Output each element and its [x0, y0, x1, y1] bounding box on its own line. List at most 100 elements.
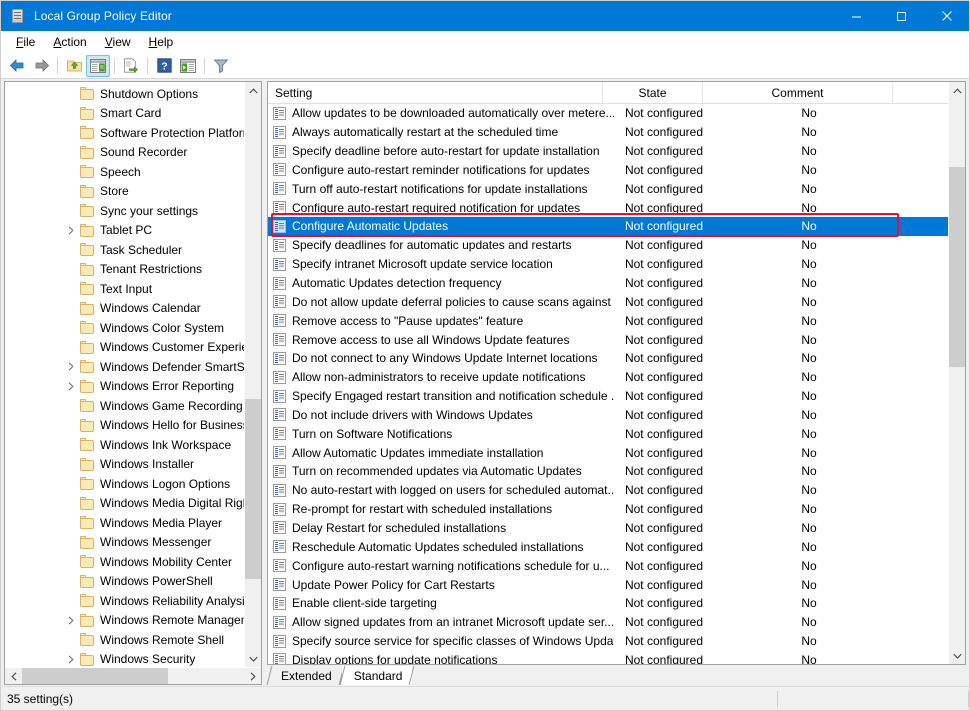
export-list-button[interactable]: [119, 55, 143, 77]
table-row[interactable]: Allow updates to be downloaded automatic…: [268, 104, 948, 123]
back-button[interactable]: [5, 55, 29, 77]
tree-item[interactable]: Text Input: [5, 279, 244, 299]
tab-extended[interactable]: Extended: [269, 666, 342, 685]
scroll-up-icon[interactable]: [245, 82, 261, 99]
table-row[interactable]: Remove access to use all Windows Update …: [268, 330, 948, 349]
tree-item[interactable]: Windows Logon Options: [5, 474, 244, 494]
tree-item[interactable]: Tenant Restrictions: [5, 260, 244, 280]
table-row[interactable]: Always automatically restart at the sche…: [268, 123, 948, 142]
tree-scroll-thumb[interactable]: [245, 399, 261, 579]
list-scroll-track[interactable]: [949, 99, 965, 647]
table-row[interactable]: Specify source service for specific clas…: [268, 632, 948, 651]
tree-item[interactable]: Windows Defender SmartScr: [5, 357, 244, 377]
expand-chevron-icon[interactable]: [63, 226, 79, 235]
menu-view[interactable]: View: [96, 33, 140, 51]
list-scroll-down-icon[interactable]: [949, 647, 965, 664]
list-scroll-thumb[interactable]: [949, 167, 965, 367]
expand-chevron-icon[interactable]: [63, 362, 79, 371]
tree-item[interactable]: Windows Error Reporting: [5, 377, 244, 397]
tree-item[interactable]: Sync your settings: [5, 201, 244, 221]
tree-item[interactable]: Windows Hello for Business: [5, 416, 244, 436]
tree-item[interactable]: Windows Color System: [5, 318, 244, 338]
table-row[interactable]: Enable client-side targetingNot configur…: [268, 594, 948, 613]
up-one-level-button[interactable]: [62, 55, 86, 77]
table-row[interactable]: Specify intranet Microsoft update servic…: [268, 255, 948, 274]
scroll-left-icon[interactable]: [5, 668, 22, 684]
tab-standard[interactable]: Standard: [342, 666, 413, 685]
tree-item[interactable]: Windows Ink Workspace: [5, 435, 244, 455]
maximize-button[interactable]: [879, 1, 924, 31]
list-vertical-scrollbar[interactable]: [948, 82, 965, 664]
tree-item[interactable]: Shutdown Options: [5, 84, 244, 104]
show-hide-action-pane-button[interactable]: [176, 55, 200, 77]
table-row[interactable]: Specify Engaged restart transition and n…: [268, 387, 948, 406]
column-header-setting[interactable]: Setting: [268, 82, 603, 103]
tree-item[interactable]: Windows PowerShell: [5, 572, 244, 592]
table-row[interactable]: Re-prompt for restart with scheduled ins…: [268, 500, 948, 519]
table-row[interactable]: Remove access to "Pause updates" feature…: [268, 311, 948, 330]
tree-vertical-scrollbar[interactable]: [244, 82, 261, 667]
tree-item[interactable]: Windows Remote Managem: [5, 611, 244, 631]
table-row[interactable]: Display options for update notifications…: [268, 650, 948, 664]
column-header-comment[interactable]: Comment: [703, 82, 893, 103]
table-row[interactable]: Turn off auto-restart notifications for …: [268, 179, 948, 198]
tree-item[interactable]: Sound Recorder: [5, 143, 244, 163]
table-row[interactable]: Delay Restart for scheduled installation…: [268, 519, 948, 538]
tree-item[interactable]: Windows Mobility Center: [5, 552, 244, 572]
table-row[interactable]: Automatic Updates detection frequencyNot…: [268, 274, 948, 293]
help-button[interactable]: ?: [152, 55, 176, 77]
tree-item[interactable]: Windows Reliability Analysis: [5, 591, 244, 611]
table-row[interactable]: Turn on recommended updates via Automati…: [268, 462, 948, 481]
column-header-state[interactable]: State: [603, 82, 703, 103]
tree-item[interactable]: Windows Installer: [5, 455, 244, 475]
tree-horizontal-scrollbar[interactable]: [5, 667, 261, 684]
tree-item[interactable]: Windows Calendar: [5, 299, 244, 319]
tree-item[interactable]: Windows Messenger: [5, 533, 244, 553]
tree-item[interactable]: Store: [5, 182, 244, 202]
settings-rows[interactable]: Allow updates to be downloaded automatic…: [268, 104, 948, 664]
table-row[interactable]: Specify deadline before auto-restart for…: [268, 142, 948, 161]
table-row[interactable]: Configure Automatic UpdatesNot configure…: [268, 217, 948, 236]
list-scroll-up-icon[interactable]: [949, 82, 965, 99]
scroll-down-icon[interactable]: [245, 650, 261, 667]
tree-item[interactable]: Windows Media Digital Right: [5, 494, 244, 514]
close-button[interactable]: [924, 1, 969, 31]
table-row[interactable]: Do not include drivers with Windows Upda…: [268, 406, 948, 425]
forward-button[interactable]: [29, 55, 53, 77]
table-row[interactable]: Update Power Policy for Cart RestartsNot…: [268, 575, 948, 594]
tree-item[interactable]: Windows Game Recording ar: [5, 396, 244, 416]
title-bar[interactable]: Local Group Policy Editor: [1, 1, 969, 31]
filter-button[interactable]: [209, 55, 233, 77]
table-row[interactable]: Configure auto-restart required notifica…: [268, 198, 948, 217]
tree-item[interactable]: Tablet PC: [5, 221, 244, 241]
scroll-right-icon[interactable]: [244, 668, 261, 684]
tree-scroll-track[interactable]: [245, 99, 261, 650]
table-row[interactable]: Turn on Software NotificationsNot config…: [268, 424, 948, 443]
menu-help[interactable]: Help: [140, 33, 183, 51]
table-row[interactable]: Allow signed updates from an intranet Mi…: [268, 613, 948, 632]
tree-item[interactable]: Windows Media Player: [5, 513, 244, 533]
table-row[interactable]: Do not allow update deferral policies to…: [268, 292, 948, 311]
expand-chevron-icon[interactable]: [63, 382, 79, 391]
expand-chevron-icon[interactable]: [63, 655, 79, 664]
tree-item[interactable]: Windows Customer Experien: [5, 338, 244, 358]
table-row[interactable]: Configure auto-restart reminder notifica…: [268, 161, 948, 180]
table-row[interactable]: No auto-restart with logged on users for…: [268, 481, 948, 500]
table-row[interactable]: Configure auto-restart warning notificat…: [268, 556, 948, 575]
menu-file[interactable]: File: [7, 33, 44, 51]
tree-hscroll-track[interactable]: [22, 668, 244, 684]
tree-item[interactable]: Task Scheduler: [5, 240, 244, 260]
table-row[interactable]: Allow Automatic Updates immediate instal…: [268, 443, 948, 462]
table-row[interactable]: Allow non-administrators to receive upda…: [268, 368, 948, 387]
expand-chevron-icon[interactable]: [63, 616, 79, 625]
minimize-button[interactable]: [834, 1, 879, 31]
console-tree[interactable]: Shutdown OptionsSmart CardSoftware Prote…: [5, 82, 244, 667]
menu-action[interactable]: Action: [44, 33, 95, 51]
tree-item[interactable]: Smart Card: [5, 104, 244, 124]
table-row[interactable]: Reschedule Automatic Updates scheduled i…: [268, 537, 948, 556]
tree-item[interactable]: Software Protection Platform: [5, 123, 244, 143]
tree-item[interactable]: Windows Security: [5, 650, 244, 668]
tree-hscroll-thumb[interactable]: [22, 668, 168, 684]
show-hide-console-tree-button[interactable]: [86, 55, 110, 77]
table-row[interactable]: Do not connect to any Windows Update Int…: [268, 349, 948, 368]
